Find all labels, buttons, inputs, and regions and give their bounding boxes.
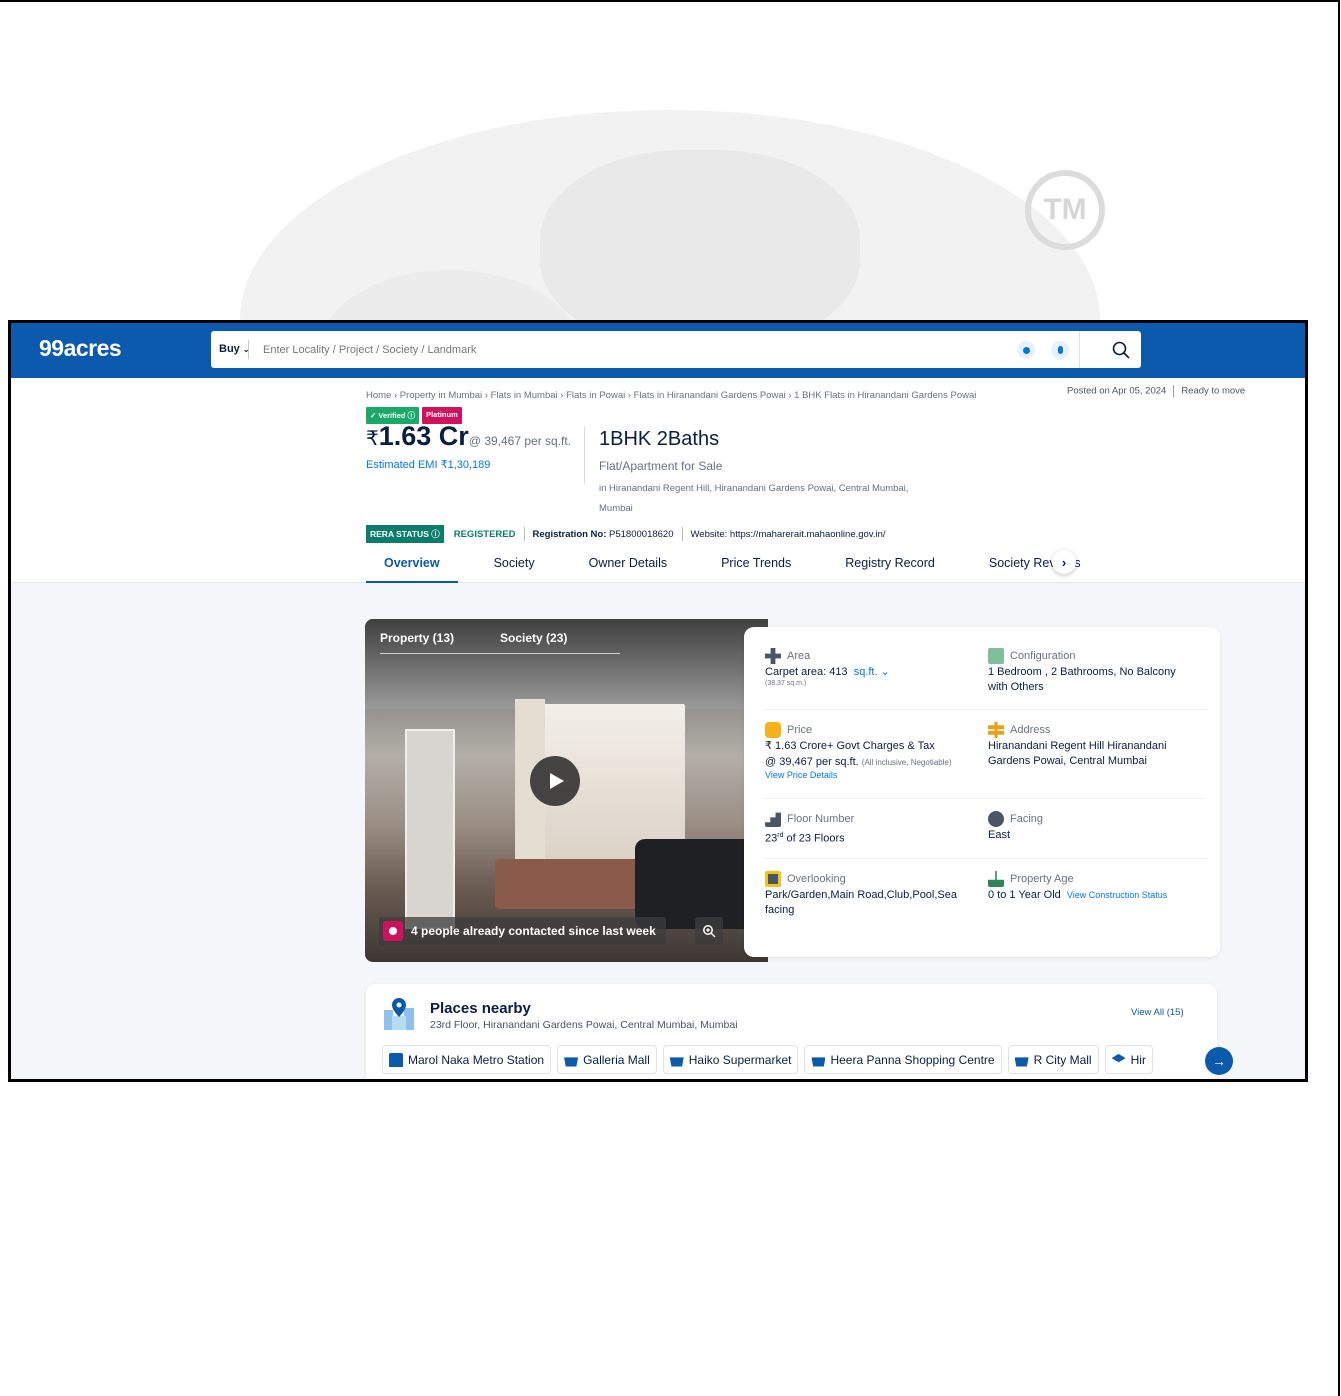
photo-gallery[interactable]: Property (13) Society (23) 4 people alre… bbox=[365, 619, 768, 962]
contact-count-banner: 4 people already contacted since last we… bbox=[379, 917, 666, 945]
detail-configuration: Configuration 1 Bedroom , 2 Bathrooms, N… bbox=[988, 648, 1176, 693]
places-next-button[interactable]: → bbox=[1205, 1047, 1233, 1075]
rera-bar: RERA STATUS ⓘ REGISTERED Registration No… bbox=[366, 525, 886, 543]
place-chip[interactable]: Haiko Supermarket bbox=[662, 1045, 799, 1074]
property-details-card: Area Carpet area: 413 sq.ft. ⌄ (38.37 sq… bbox=[744, 627, 1220, 957]
posted-date: Posted on Apr 05, 2024 bbox=[1067, 385, 1167, 397]
tab-property-photos[interactable]: Property (13) bbox=[380, 631, 500, 654]
view-all-places-link[interactable]: View All (15) bbox=[1131, 1007, 1184, 1018]
rera-status-tag[interactable]: RERA STATUS ⓘ bbox=[366, 525, 444, 543]
tab-society-reviews[interactable]: Society Reviews bbox=[971, 548, 1099, 583]
fire-icon bbox=[383, 921, 403, 941]
place-chip[interactable]: Heera Panna Shopping Centre bbox=[804, 1045, 1002, 1074]
divider bbox=[584, 426, 585, 484]
place-chip[interactable]: R City Mall bbox=[1007, 1045, 1099, 1074]
divider bbox=[1079, 331, 1080, 368]
possession-status: Ready to move bbox=[1181, 385, 1246, 397]
microphone-icon[interactable] bbox=[1051, 341, 1069, 359]
top-navbar: 99acres Buy ⌄ bbox=[11, 323, 1305, 378]
tm-watermark: TM bbox=[1025, 170, 1105, 250]
places-nearby-card: Places nearby 23rd Floor, Hiranandani Ga… bbox=[366, 984, 1217, 1079]
breadcrumb[interactable]: Home › Property in Mumbai › Flats in Mum… bbox=[366, 390, 976, 401]
area-icon bbox=[765, 648, 781, 664]
zoom-button[interactable] bbox=[695, 917, 723, 945]
buy-dropdown[interactable]: Buy ⌄ bbox=[219, 343, 250, 355]
location-pin-icon bbox=[384, 998, 414, 1030]
tab-overview[interactable]: Overview bbox=[366, 548, 458, 583]
place-chip[interactable]: Hir bbox=[1104, 1045, 1153, 1074]
tabs-next-button[interactable]: › bbox=[1052, 550, 1076, 574]
window-view-icon bbox=[765, 871, 781, 887]
site-logo[interactable]: 99acres bbox=[39, 335, 122, 362]
zoom-icon bbox=[703, 925, 716, 938]
search-icon[interactable] bbox=[1111, 340, 1131, 360]
tab-society-photos[interactable]: Society (23) bbox=[500, 631, 620, 654]
school-icon bbox=[1111, 1053, 1126, 1063]
price-amount: 1.63 Cr bbox=[378, 421, 469, 451]
posted-info: Posted on Apr 05, 2024 Ready to move bbox=[1067, 385, 1245, 397]
tab-registry-record[interactable]: Registry Record bbox=[827, 548, 953, 583]
currency-symbol: ₹ bbox=[366, 428, 379, 450]
detail-area: Area Carpet area: 413 sq.ft. ⌄ (38.37 sq… bbox=[765, 648, 890, 687]
location-icon[interactable] bbox=[1017, 341, 1035, 359]
mall-icon bbox=[811, 1057, 826, 1067]
emi-link[interactable]: Estimated EMI ₹1,30,189 bbox=[366, 458, 490, 471]
places-subtitle: 23rd Floor, Hiranandani Gardens Powai, C… bbox=[430, 1019, 738, 1031]
play-video-button[interactable] bbox=[530, 756, 580, 806]
search-bar: Buy ⌄ bbox=[211, 331, 1141, 368]
unit-dropdown[interactable]: sq.ft. ⌄ bbox=[854, 666, 890, 678]
listing-address: in Hiranandani Regent Hill, Hiranandani … bbox=[599, 483, 909, 514]
tab-owner-details[interactable]: Owner Details bbox=[571, 548, 686, 583]
signpost-icon bbox=[988, 722, 1004, 738]
detail-property-age: Property Age 0 to 1 Year Old View Constr… bbox=[988, 871, 1168, 901]
section-tabs: Overview Society Owner Details Price Tre… bbox=[366, 548, 1117, 583]
view-price-details-link[interactable]: View Price Details bbox=[765, 770, 975, 780]
place-chip[interactable]: Marol Naka Metro Station bbox=[382, 1045, 552, 1074]
mall-icon bbox=[564, 1057, 579, 1067]
tab-society[interactable]: Society bbox=[476, 548, 553, 583]
metro-icon bbox=[389, 1052, 403, 1067]
rera-registered: REGISTERED bbox=[453, 528, 516, 540]
floor-icon bbox=[765, 812, 781, 827]
listing-type: Flat/Apartment for Sale bbox=[599, 459, 723, 473]
listing-header: Home › Property in Mumbai › Flats in Mum… bbox=[11, 378, 1305, 583]
detail-floor: Floor Number 23rd of 23 Floors bbox=[765, 812, 855, 845]
listing-title: 1BHK 2Baths bbox=[599, 428, 720, 450]
configuration-icon bbox=[988, 648, 1004, 664]
price: ₹1.63 Cr@ 39,467 per sq.ft. bbox=[366, 421, 571, 452]
detail-address: Address Hiranandani Regent Hill Hiranand… bbox=[988, 722, 1167, 767]
mall-icon bbox=[669, 1057, 684, 1067]
view-construction-status-link[interactable]: View Construction Status bbox=[1067, 890, 1167, 900]
tab-price-trends[interactable]: Price Trends bbox=[703, 548, 809, 583]
search-input[interactable] bbox=[263, 341, 963, 359]
places-title: Places nearby bbox=[430, 1000, 531, 1017]
play-icon bbox=[550, 773, 564, 789]
compass-icon bbox=[988, 811, 1004, 827]
detail-overlooking: Overlooking Park/Garden,Main Road,Club,P… bbox=[765, 871, 957, 916]
browser-frame: 99acres Buy ⌄ Home › Property in Mumbai … bbox=[8, 320, 1308, 1082]
divider bbox=[248, 340, 249, 359]
price-per-sqft: @ 39,467 per sq.ft. bbox=[468, 434, 572, 448]
gallery-tabs: Property (13) Society (23) bbox=[380, 631, 620, 654]
rera-registration: Registration No: P51800018620 bbox=[532, 528, 674, 540]
rera-website[interactable]: Website: https://maharerait.mahaonline.g… bbox=[691, 529, 886, 540]
place-chip[interactable]: Galleria Mall bbox=[557, 1045, 657, 1074]
mall-icon bbox=[1014, 1057, 1029, 1067]
detail-price: Price ₹ 1.63 Crore+ Govt Charges & Tax @… bbox=[765, 722, 975, 780]
detail-facing: Facing East bbox=[988, 811, 1044, 841]
places-chips: Marol Naka Metro Station Galleria Mall H… bbox=[382, 1045, 1153, 1074]
building-age-icon bbox=[988, 871, 1004, 887]
price-tag-icon bbox=[765, 722, 781, 738]
